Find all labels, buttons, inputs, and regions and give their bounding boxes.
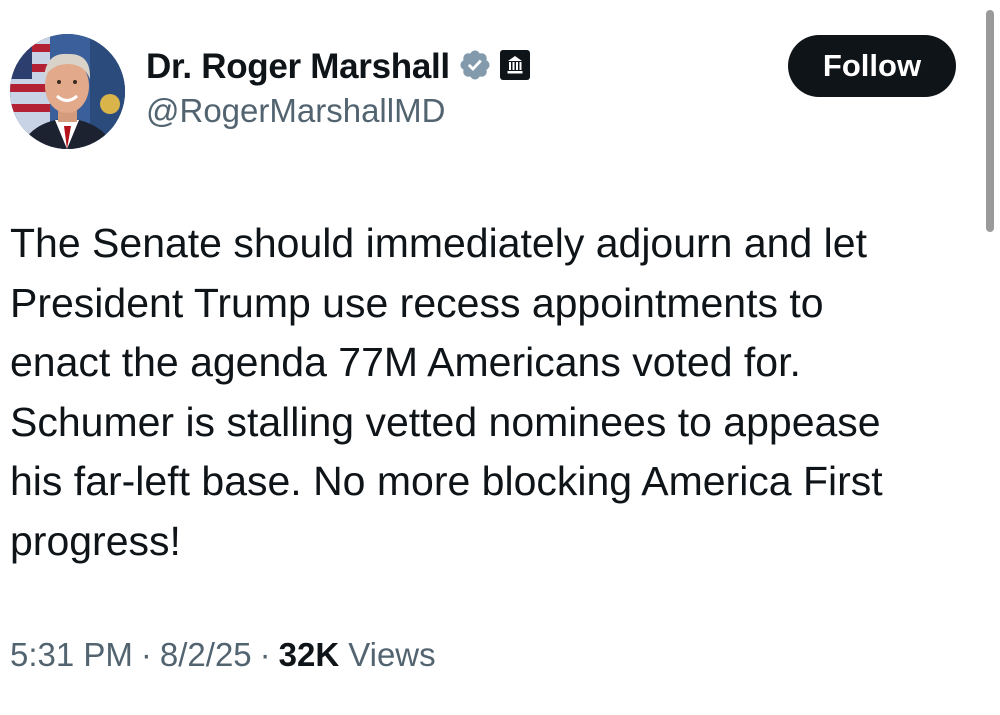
avatar[interactable] (10, 34, 125, 149)
verified-badge-icon[interactable] (458, 48, 492, 87)
follow-button[interactable]: Follow (788, 35, 956, 97)
meta-separator: · (140, 636, 152, 673)
views-label[interactable]: Views (348, 636, 435, 674)
scrollbar-thumb[interactable] (986, 10, 994, 232)
tweet-meta: 5:31 PM · 8/2/25 · 32K Views (10, 636, 436, 674)
author-name-row: Dr. Roger Marshall (146, 44, 530, 90)
tweet-card: Dr. Roger Marshall @RogerMarshallMD Foll… (0, 0, 1000, 715)
scrollbar[interactable] (986, 0, 1000, 715)
tweet-text: The Senate should immediately adjourn an… (10, 220, 883, 564)
tweet-time[interactable]: 5:31 PM (10, 636, 133, 674)
government-building-icon[interactable] (499, 49, 530, 85)
tweet-date[interactable]: 8/2/25 (160, 636, 252, 674)
profile-photo-icon (10, 34, 125, 149)
author-display-name[interactable]: Dr. Roger Marshall (146, 47, 450, 87)
meta-separator: · (259, 636, 271, 673)
author-handle[interactable]: @RogerMarshallMD (146, 92, 445, 130)
views-count[interactable]: 32K (279, 636, 349, 674)
